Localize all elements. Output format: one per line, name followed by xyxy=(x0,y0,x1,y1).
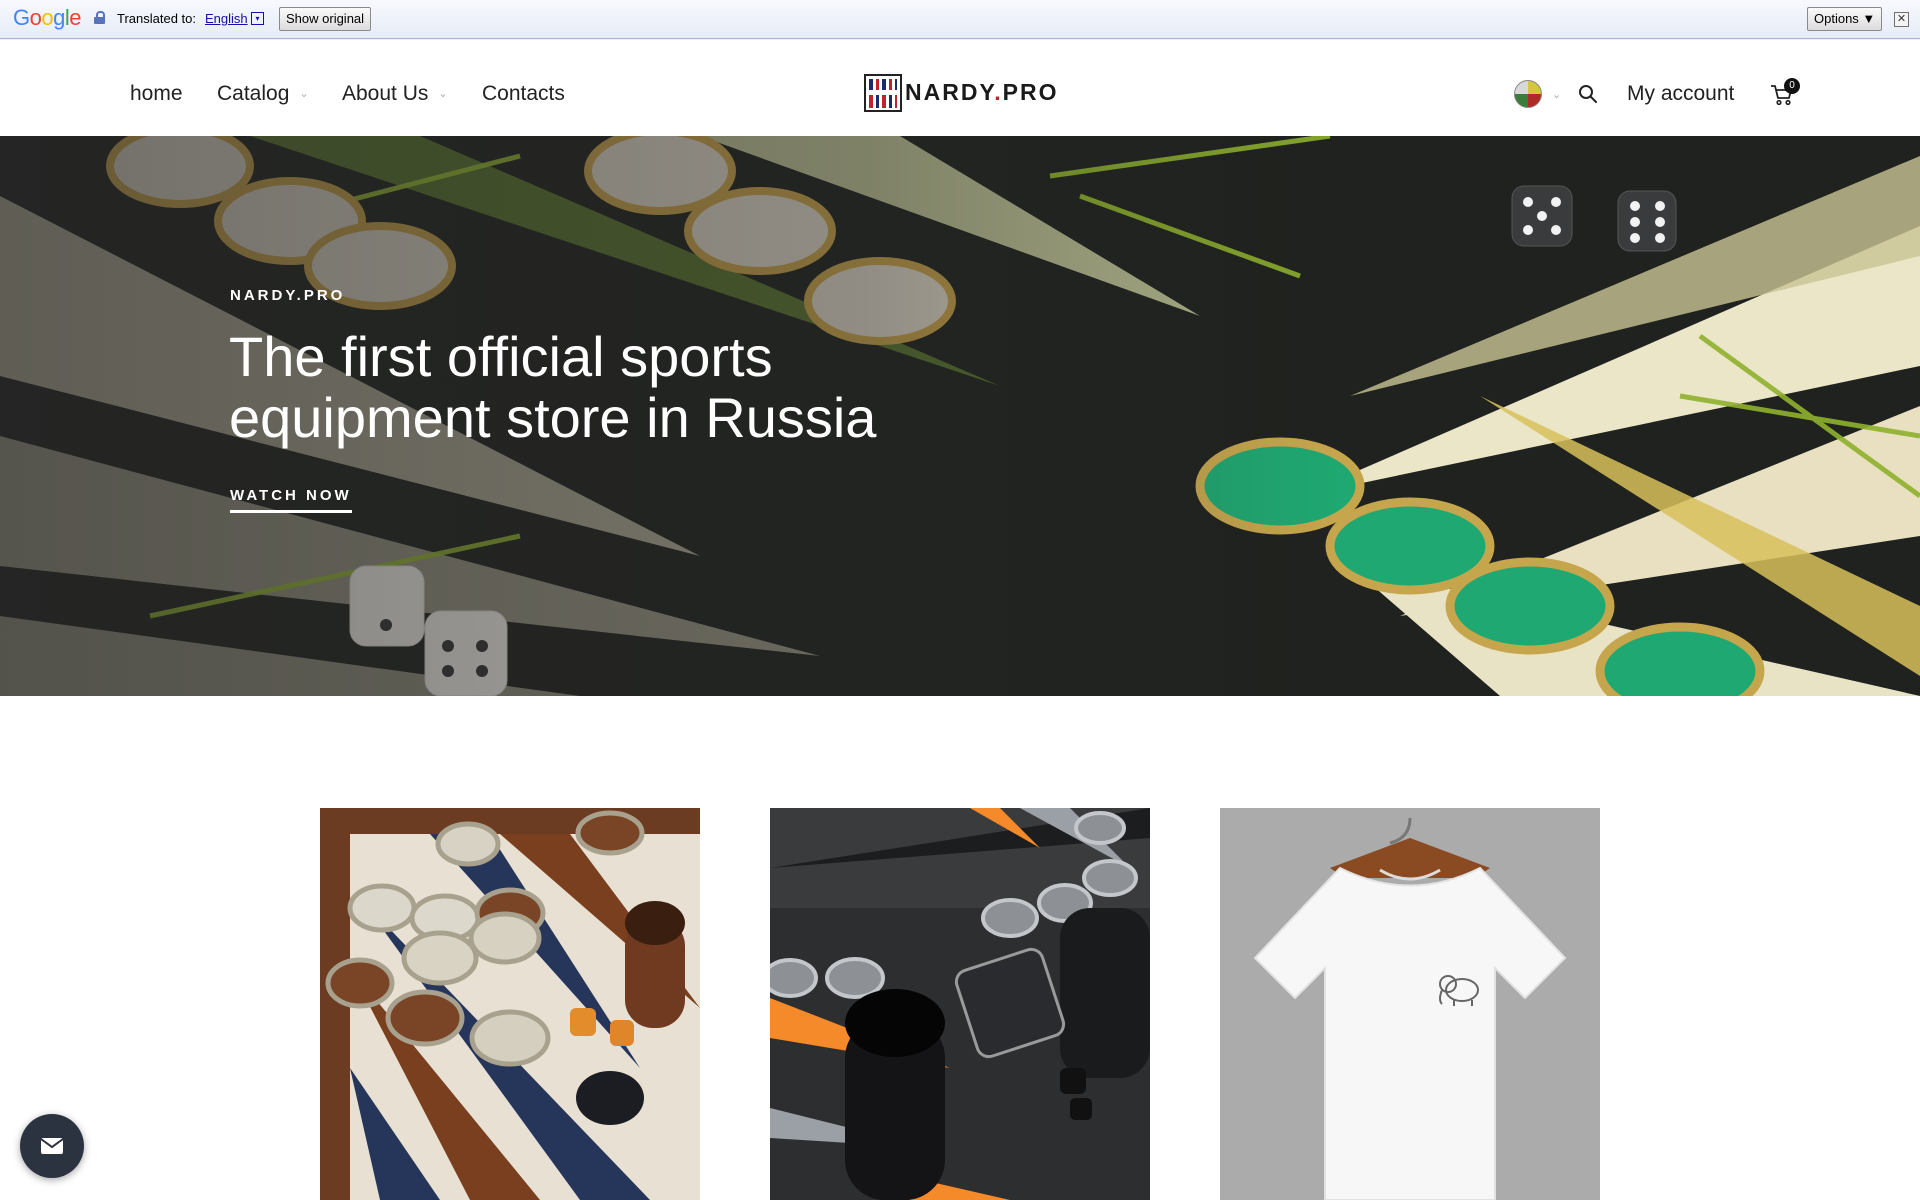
search-icon[interactable] xyxy=(1578,84,1598,104)
watch-now-link[interactable]: WATCH NOW xyxy=(230,487,352,513)
my-account-link[interactable]: My account xyxy=(1627,82,1734,106)
hero-title: The first official sports equipment stor… xyxy=(229,325,877,449)
nav-about-us[interactable]: About Us ⌄ xyxy=(342,82,448,106)
site-header: home Catalog ⌄ About Us ⌄ Contacts NARDY.P… xyxy=(0,39,1920,137)
nav-home-label: home xyxy=(130,82,183,105)
backgammon-logo-icon xyxy=(864,73,902,112)
lock-icon xyxy=(94,11,105,24)
product-tile-brown-backgammon[interactable] xyxy=(320,808,700,1200)
contact-mail-button[interactable] xyxy=(20,1114,84,1178)
nav-catalog-label: Catalog xyxy=(217,82,290,105)
translate-bar: Google Translated to: English ▾ Show ori… xyxy=(0,0,1920,39)
white-tshirt-elephant-image xyxy=(1220,808,1600,1200)
brown-backgammon-board-image xyxy=(320,808,700,1200)
language-link[interactable]: English xyxy=(205,11,248,26)
google-logo: Google xyxy=(13,5,82,30)
logo-text: NARDY.PRO xyxy=(905,79,1059,105)
product-tile-black-backgammon[interactable] xyxy=(770,808,1150,1200)
options-button[interactable]: Options ▼ xyxy=(1807,7,1883,31)
chevron-down-icon: ⌄ xyxy=(438,88,448,100)
mail-icon xyxy=(40,1138,64,1154)
hero-banner: NARDY.PRO The first official sports equi… xyxy=(0,136,1920,696)
hero-kicker: NARDY.PRO xyxy=(230,287,346,304)
nav-contacts-label: Contacts xyxy=(482,82,565,105)
chevron-down-icon[interactable]: ⌄ xyxy=(1552,88,1561,101)
flag-icon[interactable] xyxy=(1514,80,1542,108)
chevron-down-icon: ⌄ xyxy=(299,88,309,100)
nav-contacts[interactable]: Contacts xyxy=(482,82,565,106)
nav-catalog[interactable]: Catalog ⌄ xyxy=(217,82,309,106)
close-translate-icon[interactable]: ✕ xyxy=(1894,12,1909,27)
site-logo[interactable]: NARDY.PRO xyxy=(864,72,1058,113)
black-backgammon-board-image xyxy=(770,808,1150,1200)
translated-to-label: Translated to: xyxy=(117,11,197,26)
language-dropdown-icon[interactable]: ▾ xyxy=(251,12,264,25)
nav-home[interactable]: home xyxy=(130,82,183,106)
show-original-button[interactable]: Show original xyxy=(279,7,372,31)
cart-count-badge: 0 xyxy=(1784,78,1800,94)
product-tile-tshirt[interactable] xyxy=(1220,808,1600,1200)
nav-about-label: About Us xyxy=(342,82,429,105)
